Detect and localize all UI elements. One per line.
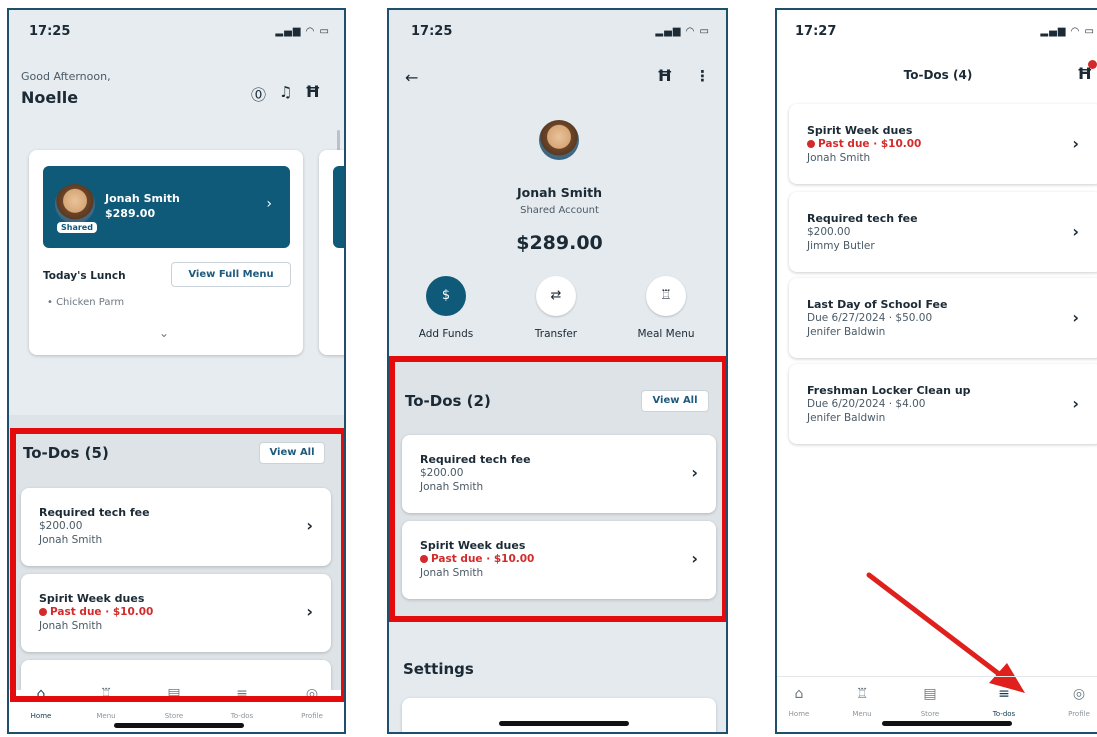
bell-icon[interactable]: ♫ xyxy=(279,83,292,101)
status-icons: ▂▄▆ ◠ ▭ xyxy=(655,26,710,37)
meal-menu-icon[interactable]: ♖ xyxy=(646,276,686,316)
cart-badge xyxy=(1088,60,1097,69)
status-icons: ▂▄▆ ◠ ▭ xyxy=(275,26,330,37)
nav-label-home[interactable]: Home xyxy=(779,710,819,718)
transfer-label[interactable]: Transfer xyxy=(516,328,596,340)
next-student-tile xyxy=(333,166,344,248)
back-arrow-icon[interactable]: ← xyxy=(405,68,418,87)
transfer-icon[interactable]: ⇄ xyxy=(536,276,576,316)
todo-amount: $200.00 xyxy=(807,226,851,238)
todos-icon[interactable]: ≡ xyxy=(984,686,1024,702)
student-balance-tile[interactable]: Shared Jonah Smith $289.00 › xyxy=(43,166,290,248)
todo-title: Freshman Locker Clean up xyxy=(807,384,971,397)
past-due-text: Past due · $10.00 xyxy=(807,138,921,150)
todo-due: Due 6/20/2024 · $4.00 xyxy=(807,398,926,410)
home-indicator xyxy=(114,723,244,728)
lunch-label: Today's Lunch xyxy=(43,270,126,282)
nav-label-store[interactable]: Store xyxy=(910,710,950,718)
settings-card[interactable] xyxy=(402,698,716,732)
nav-label-menu[interactable]: Menu xyxy=(86,712,126,720)
alert-dot-icon xyxy=(807,140,815,148)
status-time: 17:27 xyxy=(795,24,837,39)
past-due-value: Past due · $10.00 xyxy=(818,138,922,150)
nav-label-todos[interactable]: To-dos xyxy=(222,712,262,720)
todo-card[interactable]: Spirit Week dues Past due · $10.00 Jonah… xyxy=(789,104,1097,184)
todos-screen: 17:27 ▂▄▆ ◠ ▭ To-Dos (4) Ħ Spirit Week d… xyxy=(775,8,1097,734)
account-type: Shared Account xyxy=(520,205,599,216)
todo-due: Due 6/27/2024 · $50.00 xyxy=(807,312,933,324)
shared-badge: Shared xyxy=(57,222,97,233)
greeting: Good Afternoon, xyxy=(21,70,111,83)
more-vertical-icon[interactable]: ⋮ xyxy=(695,67,710,85)
student-name: Jonah Smith xyxy=(516,185,602,200)
highlight-box xyxy=(389,356,726,622)
chevron-right-icon: › xyxy=(266,196,272,212)
menu-icon[interactable]: ♖ xyxy=(842,686,882,702)
meal-menu-label[interactable]: Meal Menu xyxy=(626,328,706,340)
home-indicator xyxy=(882,721,1012,726)
settings-title: Settings xyxy=(403,660,474,678)
profile-icon[interactable]: ◎ xyxy=(1059,686,1097,702)
nav-label-todos[interactable]: To-dos xyxy=(984,710,1024,718)
todo-card[interactable]: Last Day of School Fee Due 6/27/2024 · $… xyxy=(789,278,1097,358)
todo-person: Jenifer Baldwin xyxy=(807,326,886,338)
home-screen: 17:25 ▂▄▆ ◠ ▭ Good Afternoon, Noelle ⓪ ♫… xyxy=(7,8,346,734)
nav-label-profile[interactable]: Profile xyxy=(292,712,332,720)
highlight-box xyxy=(10,428,344,702)
student-name: Jonah Smith xyxy=(105,192,180,205)
lunch-item: • Chicken Parm xyxy=(47,297,125,308)
home-icon[interactable]: ⌂ xyxy=(779,686,819,702)
nav-label-store[interactable]: Store xyxy=(154,712,194,720)
status-time: 17:25 xyxy=(411,24,453,39)
chevron-right-icon: › xyxy=(1072,308,1079,327)
todo-card[interactable]: Freshman Locker Clean up Due 6/20/2024 ·… xyxy=(789,364,1097,444)
todo-title: Required tech fee xyxy=(807,212,918,225)
balance: $289.00 xyxy=(516,232,603,254)
cart-icon[interactable]: Ħ xyxy=(657,66,673,85)
store-icon[interactable]: ▤ xyxy=(910,686,950,702)
page-title: To-Dos (4) xyxy=(903,68,973,82)
todo-person: Jimmy Butler xyxy=(807,240,875,252)
todo-person: Jonah Smith xyxy=(807,152,871,164)
chevron-right-icon: › xyxy=(1072,222,1079,241)
status-icons: ▂▄▆ ◠ ▭ xyxy=(1040,26,1095,37)
user-name: Noelle xyxy=(21,88,79,107)
cart-icon[interactable]: Ħ xyxy=(305,82,321,101)
student-detail-screen: 17:25 ▂▄▆ ◠ ▭ ← Ħ ⋮ Jonah Smith Shared A… xyxy=(387,8,728,734)
todo-title: Spirit Week dues xyxy=(807,124,913,137)
nav-label-menu[interactable]: Menu xyxy=(842,710,882,718)
nav-label-profile[interactable]: Profile xyxy=(1059,710,1097,718)
next-student-card[interactable] xyxy=(319,150,344,355)
chevron-right-icon: › xyxy=(1072,134,1079,153)
nav-divider xyxy=(777,676,1097,677)
todo-card[interactable]: Required tech fee $200.00 Jimmy Butler › xyxy=(789,192,1097,272)
nav-label-home[interactable]: Home xyxy=(21,712,61,720)
chevron-right-icon: › xyxy=(1072,394,1079,413)
add-funds-label[interactable]: Add Funds xyxy=(406,328,486,340)
avatar xyxy=(539,120,579,160)
student-balance: $289.00 xyxy=(105,207,156,220)
avatar xyxy=(55,184,95,224)
dollar-icon[interactable]: $ xyxy=(426,276,466,316)
todo-title: Last Day of School Fee xyxy=(807,298,948,311)
todo-person: Jenifer Baldwin xyxy=(807,412,886,424)
student-card: Shared Jonah Smith $289.00 › Today's Lun… xyxy=(29,150,303,355)
chevron-down-icon[interactable]: ⌄ xyxy=(159,326,169,340)
help-icon[interactable]: ⓪ xyxy=(251,84,266,105)
status-time: 17:25 xyxy=(29,24,71,39)
view-full-menu-button[interactable]: View Full Menu xyxy=(171,262,291,287)
annotation-arrow xyxy=(866,572,1025,693)
home-indicator xyxy=(499,721,629,726)
